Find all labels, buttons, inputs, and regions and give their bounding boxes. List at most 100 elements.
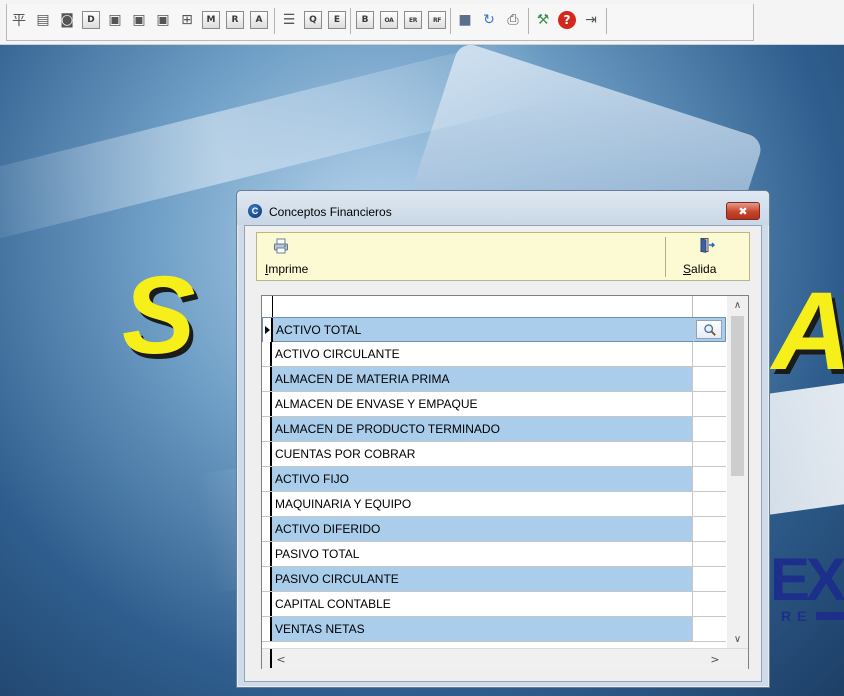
concept-name-cell[interactable]: ACTIVO TOTAL [276,323,361,337]
row-indicator[interactable] [263,318,273,342]
action-cell[interactable] [692,567,726,591]
table-row[interactable]: VENTAS NETAS [262,617,726,642]
table-icon[interactable]: ▤ [34,11,52,29]
concept-name-cell[interactable]: ALMACEN DE MATERIA PRIMA [275,372,449,386]
row-indicator[interactable] [262,492,272,516]
action-cell[interactable] [692,517,726,541]
table-row[interactable]: CUENTAS POR COBRAR [262,442,726,467]
letter-r-icon[interactable]: R [226,11,244,29]
concept-name-cell[interactable]: VENTAS NETAS [275,622,365,636]
scroll-down-button[interactable]: ∨ [727,630,748,648]
chevron-down-icon: ∨ [733,633,742,645]
list-icon[interactable]: ☰ [280,11,298,29]
concept-name-cell[interactable]: ACTIVO CIRCULANTE [275,347,400,361]
vertical-scrollbar[interactable]: ∧ ∨ [727,296,748,648]
ledger-1-icon[interactable]: ▣ [106,11,124,29]
row-indicator[interactable] [262,392,272,416]
help-icon[interactable]: ? [558,11,576,29]
horizontal-scrollbar[interactable]: < > [262,648,748,669]
action-cell[interactable] [692,417,726,441]
toolbar-separator [274,8,275,34]
row-indicator[interactable] [262,517,272,541]
scroll-up-button[interactable]: ∧ [727,296,748,314]
table-row[interactable]: CAPITAL CONTABLE [262,592,726,617]
table-row[interactable]: ACTIVO TOTAL [262,317,726,342]
row-indicator[interactable] [262,442,272,466]
row-indicator[interactable] [262,367,272,391]
concept-name-cell[interactable]: CAPITAL CONTABLE [275,597,391,611]
brand-logo-left: S [122,254,198,377]
scroll-right-button[interactable]: > [706,649,724,669]
letters-oa-icon[interactable]: OA [380,11,398,29]
scroll-left-button[interactable]: < [272,649,290,669]
row-indicator[interactable] [262,592,272,616]
letters-rf-icon[interactable]: RF [428,11,446,29]
action-cell[interactable] [692,467,726,491]
letter-e-icon[interactable]: E [328,11,346,29]
concept-name-cell[interactable]: PASIVO CIRCULANTE [275,572,399,586]
action-cell[interactable] [692,392,726,416]
concept-name-cell[interactable]: ACTIVO DIFERIDO [275,522,380,536]
row-indicator[interactable] [262,567,272,591]
row-indicator[interactable] [262,467,272,491]
table-row[interactable]: PASIVO TOTAL [262,542,726,567]
close-icon: ✖ [738,204,748,218]
chevron-right-icon: > [710,652,720,666]
refresh-icon[interactable]: ↻ [480,11,498,29]
printer-icon[interactable]: ⎙ [504,11,522,29]
table-row[interactable]: ALMACEN DE PRODUCTO TERMINADO [262,417,726,442]
save-icon[interactable]: ■ [456,11,474,29]
action-cell[interactable] [692,542,726,566]
action-separator [665,237,666,277]
search-icon [704,324,716,336]
table-row[interactable]: ALMACEN DE ENVASE Y EMPAQUE [262,392,726,417]
letter-q-icon[interactable]: Q [304,11,322,29]
search-button[interactable] [696,320,722,339]
grid-plus-icon[interactable]: ⊞ [178,11,196,29]
brand-fragment: EX [770,546,844,613]
action-cell[interactable] [692,367,726,391]
action-cell[interactable] [692,492,726,516]
letter-d-icon[interactable]: D [82,11,100,29]
table-row[interactable]: ACTIVO CIRCULANTE [262,342,726,367]
tools-icon[interactable]: ⚒ [534,11,552,29]
database-icon[interactable]: ◙ [58,11,76,29]
row-indicator[interactable] [262,542,272,566]
letters-er-icon[interactable]: ER [404,11,422,29]
table-row[interactable]: MAQUINARIA Y EQUIPO [262,492,726,517]
action-cell[interactable] [693,318,727,342]
grid-header-indicator-cell [262,296,273,317]
brand-tagline: RE [781,608,813,624]
ledger-3-icon[interactable]: ▣ [154,11,172,29]
action-cell[interactable] [692,617,726,641]
letter-b-icon[interactable]: B [356,11,374,29]
row-indicator[interactable] [262,617,272,641]
dialog-titlebar[interactable]: C Conceptos Financieros ✖ [237,191,769,225]
concept-name-cell[interactable]: ALMACEN DE ENVASE Y EMPAQUE [275,397,478,411]
concept-name-cell[interactable]: MAQUINARIA Y EQUIPO [275,497,411,511]
action-cell[interactable] [692,592,726,616]
concept-name-cell[interactable]: CUENTAS POR COBRAR [275,447,415,461]
org-tree-icon[interactable]: 平 [10,11,28,29]
letter-m-icon[interactable]: M [202,11,220,29]
vertical-scroll-thumb[interactable] [731,316,744,476]
row-indicator[interactable] [262,417,272,441]
exit-icon[interactable]: ⇥ [582,11,600,29]
action-cell[interactable] [692,342,726,366]
action-cell[interactable] [692,442,726,466]
printer-icon [274,238,288,254]
table-row[interactable]: PASIVO CIRCULANTE [262,567,726,592]
letter-a-icon[interactable]: A [250,11,268,29]
table-row[interactable]: ALMACEN DE MATERIA PRIMA [262,367,726,392]
table-row[interactable]: ACTIVO DIFERIDO [262,517,726,542]
app-icon: C [248,204,262,218]
close-button[interactable]: ✖ [726,202,760,220]
print-button[interactable]: Imprime [259,235,339,278]
concept-name-cell[interactable]: PASIVO TOTAL [275,547,359,561]
exit-button[interactable]: Salida [669,235,747,278]
concept-name-cell[interactable]: ALMACEN DE PRODUCTO TERMINADO [275,422,500,436]
row-indicator[interactable] [262,342,272,366]
table-row[interactable]: ACTIVO FIJO [262,467,726,492]
concept-name-cell[interactable]: ACTIVO FIJO [275,472,349,486]
ledger-2-icon[interactable]: ▣ [130,11,148,29]
